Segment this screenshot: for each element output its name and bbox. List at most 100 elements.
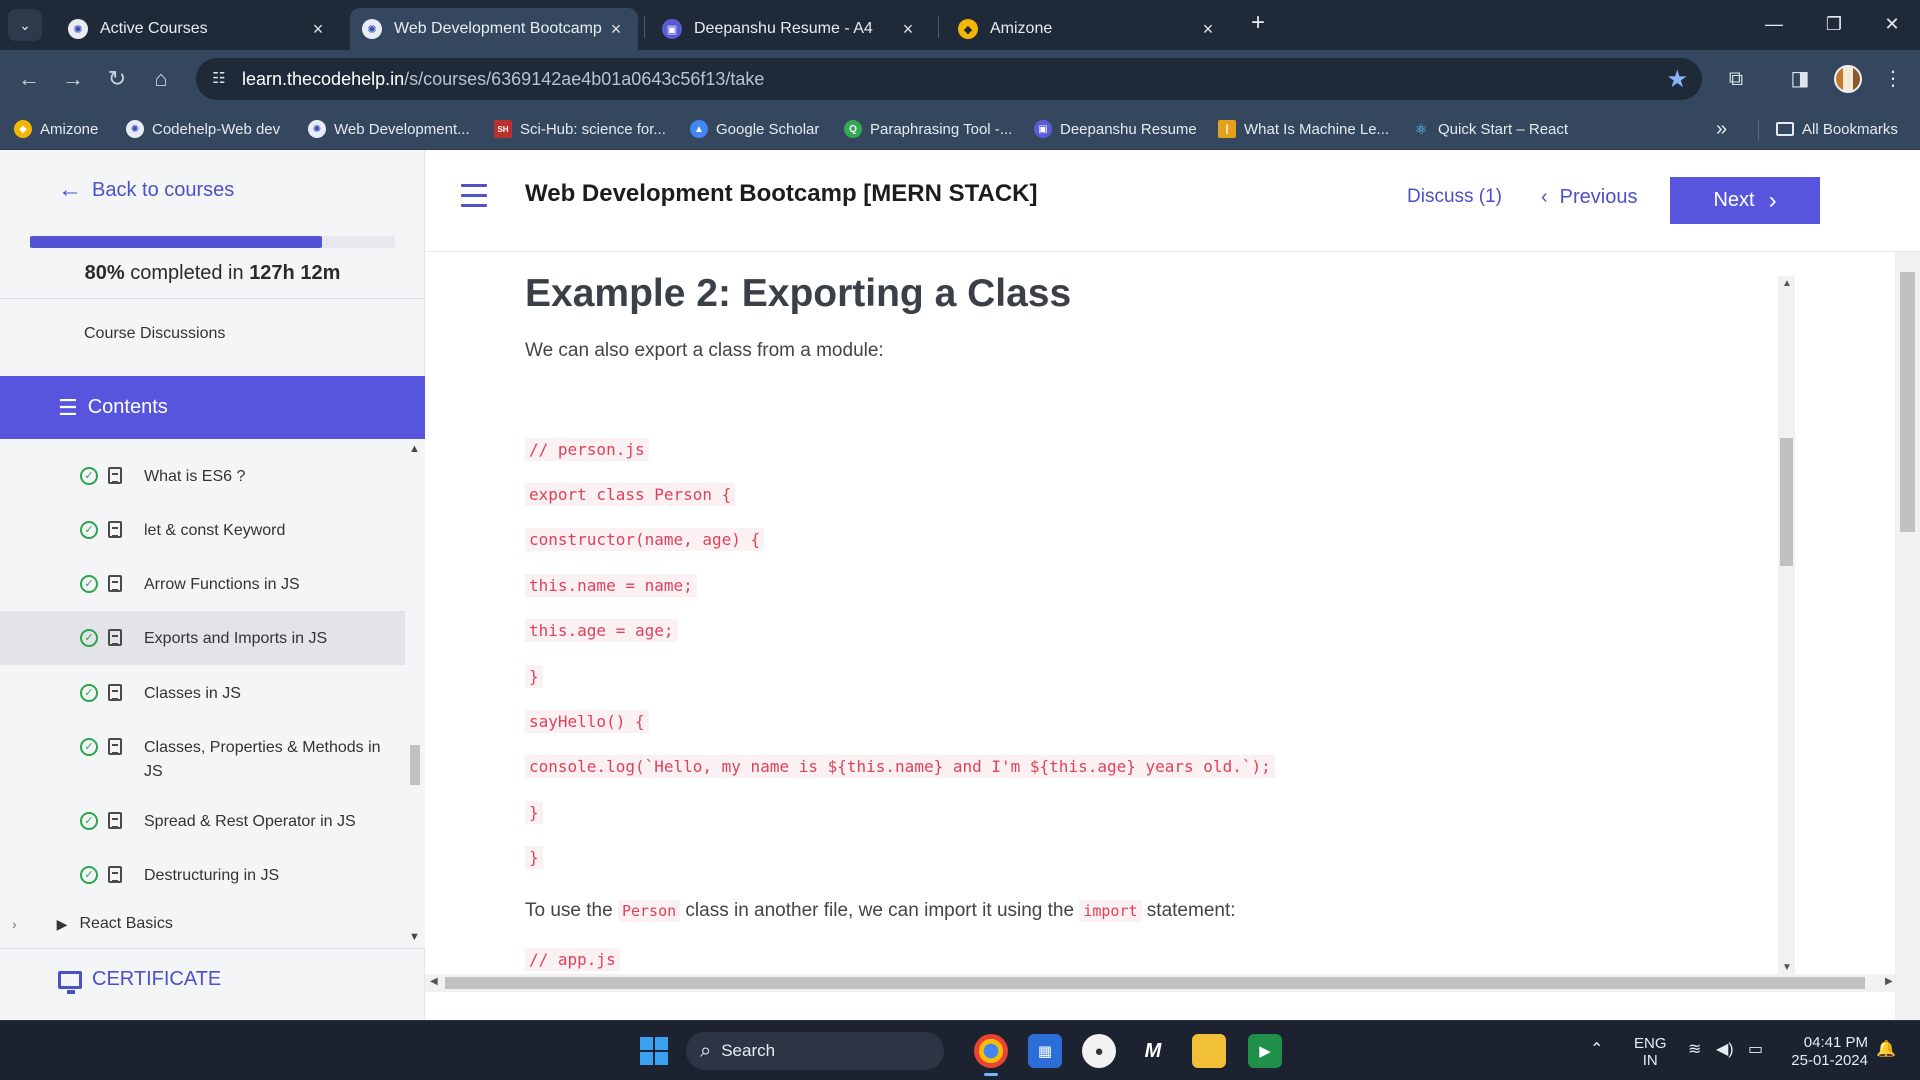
lesson-item[interactable]: ✓ What is ES6 ?	[0, 465, 405, 495]
show-hidden-icons-icon[interactable]: ⌃	[1590, 1041, 1603, 1058]
tab-deepanshu-resume[interactable]: ▣ Deepanshu Resume - A4 ×	[650, 8, 930, 50]
store-icon[interactable]: ▦	[1028, 1034, 1062, 1068]
content-scroll-thumb[interactable]	[1780, 438, 1793, 566]
check-circle-icon: ✓	[80, 575, 98, 593]
kebab-menu-icon[interactable]: ⋮	[1878, 64, 1908, 94]
lesson-title: let & const Keyword	[144, 522, 286, 539]
bookmark-label: Web Development...	[334, 120, 470, 138]
chrome-icon[interactable]	[974, 1034, 1008, 1076]
section-title: React Basics	[79, 915, 173, 932]
all-bookmarks-button[interactable]: All Bookmarks	[1776, 116, 1898, 142]
bookmarks-divider	[1758, 120, 1759, 140]
bookmark-item[interactable]: ◆ Amizone	[14, 116, 98, 142]
scroll-down-icon[interactable]: ▼	[409, 931, 420, 943]
course-discussions-link[interactable]: Course Discussions	[84, 325, 225, 343]
wifi-icon[interactable]: ≋	[1688, 1041, 1701, 1058]
home-icon[interactable]: ⌂	[146, 64, 176, 94]
certificate-link[interactable]: CERTIFICATE	[58, 968, 221, 994]
hamburger-menu-icon[interactable]	[461, 184, 487, 214]
scroll-up-icon[interactable]: ▲	[409, 443, 420, 455]
lesson-item[interactable]: ✓ Classes, Properties & Methods in JS	[0, 736, 405, 790]
certificate-icon	[58, 970, 82, 994]
codehelp-icon: ✺	[126, 120, 144, 138]
bookmark-label: Sci-Hub: science for...	[520, 120, 666, 138]
document-icon	[108, 812, 122, 829]
m-app-icon[interactable]: M	[1136, 1034, 1170, 1068]
notification-bell-icon[interactable]: 🔔	[1876, 1041, 1896, 1058]
bookmark-item[interactable]: ✺ Codehelp-Web dev	[126, 116, 280, 142]
content-horizontal-scrollbar[interactable]: ◀ ▶	[425, 974, 1895, 992]
tab-active-courses[interactable]: ✺ Active Courses ×	[56, 8, 340, 50]
meet-icon[interactable]: ▶	[1248, 1034, 1282, 1068]
extensions-icon[interactable]: ⧉	[1721, 64, 1751, 94]
section-react-basics[interactable]: › ▶ React Basics	[0, 915, 405, 933]
close-icon[interactable]: ×	[308, 19, 328, 40]
search-icon: ⌕	[700, 1039, 712, 1062]
more-bookmarks-icon[interactable]: »	[1716, 118, 1727, 141]
lesson-item[interactable]: ✓ let & const Keyword	[0, 519, 405, 549]
page-scroll-thumb[interactable]	[1900, 272, 1915, 532]
discuss-button[interactable]: Discuss (1)	[1407, 186, 1502, 208]
course-progress-bar	[30, 236, 395, 248]
side-panel-icon[interactable]: ◨	[1785, 64, 1815, 94]
bookmark-item[interactable]: | What Is Machine Le...	[1218, 116, 1389, 142]
close-window-button[interactable]: ✕	[1874, 10, 1910, 38]
lesson-item-selected[interactable]: ✓ Exports and Imports in JS	[0, 611, 405, 665]
close-icon[interactable]: ×	[898, 19, 918, 40]
bookmark-item[interactable]: ⚛ Quick Start – React	[1412, 116, 1568, 142]
sidebar-scrollbar[interactable]: ▲ ▼	[405, 439, 425, 949]
back-arrow-icon[interactable]: ←	[14, 64, 44, 94]
clock-date: 25-01-2024	[1791, 1052, 1868, 1069]
bookmark-item[interactable]: ▣ Deepanshu Resume	[1034, 116, 1197, 142]
all-bookmarks-label: All Bookmarks	[1802, 120, 1898, 138]
paragraph-text: statement:	[1141, 900, 1236, 921]
lesson-header: Web Development Bootcamp [MERN STACK] Di…	[425, 150, 1920, 252]
scroll-right-icon[interactable]: ▶	[1885, 976, 1893, 987]
bookmark-item[interactable]: ✺ Web Development...	[308, 116, 470, 142]
horizontal-scroll-thumb[interactable]	[445, 977, 1865, 989]
scroll-left-icon[interactable]: ◀	[430, 976, 438, 987]
book-icon: ▶	[56, 915, 68, 932]
close-icon[interactable]: ×	[606, 19, 626, 40]
system-clock[interactable]: 04:41 PM 25-01-2024	[1786, 1034, 1868, 1070]
lesson-item[interactable]: ✓ Spread & Rest Operator in JS	[0, 810, 405, 840]
media-player-icon[interactable]: ●	[1082, 1034, 1116, 1068]
react-icon: ⚛	[1414, 120, 1428, 137]
scroll-down-icon[interactable]: ▼	[1782, 962, 1792, 973]
minimize-button[interactable]: —	[1756, 10, 1792, 38]
profile-avatar[interactable]	[1834, 65, 1862, 93]
scroll-up-icon[interactable]: ▲	[1782, 278, 1792, 289]
reload-icon[interactable]: ↻	[102, 64, 132, 94]
site-info-icon[interactable]: ☷	[208, 68, 230, 90]
lesson-item[interactable]: ✓ Classes in JS	[0, 682, 405, 712]
forward-arrow-icon[interactable]: →	[58, 64, 88, 94]
tab-amizone[interactable]: ◆ Amizone ×	[946, 8, 1230, 50]
next-button[interactable]: Next ›	[1670, 177, 1820, 224]
page-scrollbar[interactable]	[1895, 252, 1920, 1020]
lesson-item[interactable]: ✓ Destructuring in JS	[0, 864, 405, 894]
tab-web-development-bootcamp[interactable]: ✺ Web Development Bootcamp [MERN STACK] …	[350, 8, 638, 50]
content-vertical-scrollbar[interactable]: ▲ ▼	[1778, 276, 1795, 976]
volume-icon[interactable]: ◀)	[1716, 1041, 1734, 1058]
language-indicator[interactable]: ENG IN	[1634, 1035, 1667, 1069]
restore-button[interactable]: ❐	[1816, 10, 1852, 38]
url-text[interactable]: learn.thecodehelp.in/s/courses/6369142ae…	[242, 69, 764, 90]
windows-start-icon[interactable]	[640, 1037, 668, 1065]
sidebar-scroll-thumb[interactable]	[410, 745, 420, 785]
previous-button[interactable]: ‹ Previous	[1541, 186, 1637, 209]
back-to-courses-link[interactable]: ← Back to courses	[58, 176, 234, 204]
bookmark-item[interactable]: ▲ Google Scholar	[690, 116, 819, 142]
bookmark-item[interactable]: Q Paraphrasing Tool -...	[844, 116, 1012, 142]
taskbar-search[interactable]: ⌕ Search	[686, 1032, 944, 1070]
lesson-item[interactable]: ✓ Arrow Functions in JS	[0, 573, 405, 603]
code-line: this.name = name;	[525, 574, 697, 597]
new-tab-button[interactable]: +	[1245, 11, 1271, 37]
bookmark-item[interactable]: SH Sci-Hub: science for...	[494, 116, 666, 142]
battery-icon[interactable]: ▭	[1748, 1041, 1763, 1058]
close-icon[interactable]: ×	[1198, 19, 1218, 40]
tab-search-button[interactable]: ⌄	[8, 9, 42, 41]
contents-header[interactable]: ☰ Contents	[0, 376, 425, 439]
file-explorer-icon[interactable]	[1192, 1034, 1226, 1068]
bookmark-star-icon[interactable]: ★	[1666, 65, 1688, 94]
address-bar[interactable]: ☷ learn.thecodehelp.in/s/courses/6369142…	[196, 58, 1702, 100]
